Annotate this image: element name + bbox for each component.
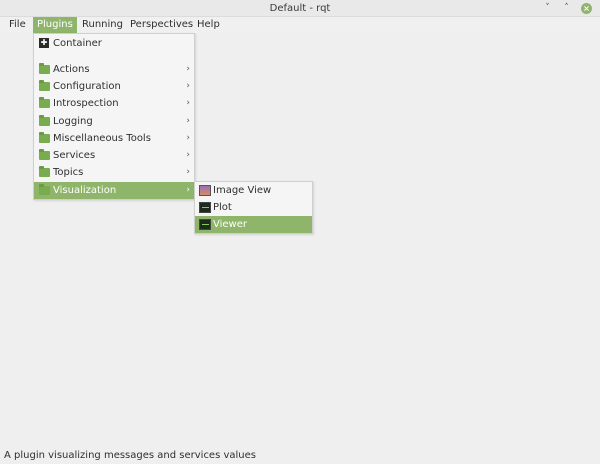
menubar: File Plugins Running Perspectives Help	[0, 17, 600, 33]
menu-item-label: Introspection	[53, 98, 119, 109]
scope-icon	[199, 219, 211, 230]
folder-icon	[39, 149, 50, 160]
chevron-right-icon: ›	[186, 64, 190, 74]
chevron-right-icon: ›	[186, 185, 190, 195]
close-icon[interactable]: ×	[581, 3, 592, 14]
menu-plugins[interactable]: Plugins	[33, 17, 77, 33]
chevron-right-icon: ›	[186, 116, 190, 126]
menu-item-viewer[interactable]: Viewer	[195, 216, 312, 233]
menu-item-configuration[interactable]: Configuration ›	[34, 78, 194, 95]
menu-item-label: Visualization	[53, 185, 117, 196]
visualization-submenu: Image View Plot Viewer	[194, 181, 313, 234]
chevron-right-icon: ›	[186, 81, 190, 91]
menu-help[interactable]: Help	[193, 17, 224, 33]
menu-item-miscellaneous-tools[interactable]: Miscellaneous Tools ›	[34, 130, 194, 147]
status-bar: A plugin visualizing messages and servic…	[4, 450, 257, 461]
menu-file[interactable]: File	[5, 17, 30, 33]
window-titlebar: Default - rqt ˅ ˄ ×	[0, 0, 600, 17]
container-icon: ✚	[39, 38, 49, 48]
menu-item-topics[interactable]: Topics ›	[34, 164, 194, 181]
chevron-right-icon: ›	[186, 150, 190, 160]
menu-item-image-view[interactable]: Image View	[195, 182, 312, 199]
menu-item-label: Image View	[213, 185, 272, 196]
folder-icon	[39, 115, 50, 126]
menu-item-label: Configuration	[53, 81, 121, 92]
menu-item-label: Viewer	[213, 219, 247, 230]
menu-perspectives[interactable]: Perspectives	[126, 17, 197, 33]
image-icon	[199, 185, 211, 196]
menu-item-container[interactable]: ✚ Container	[34, 35, 194, 52]
folder-icon	[39, 80, 50, 91]
menu-item-label: Container	[53, 38, 102, 49]
menu-item-actions[interactable]: Actions ›	[34, 61, 194, 78]
folder-icon	[39, 63, 50, 74]
window-title: Default - rqt	[269, 3, 331, 14]
chevron-right-icon: ›	[186, 167, 190, 177]
folder-icon	[39, 132, 50, 143]
folder-icon	[39, 97, 50, 108]
menu-running[interactable]: Running	[78, 17, 127, 33]
folder-icon	[39, 184, 50, 195]
folder-icon	[39, 166, 50, 177]
menu-item-logging[interactable]: Logging ›	[34, 113, 194, 130]
menu-item-label: Actions	[53, 64, 90, 75]
maximize-icon[interactable]: ˄	[561, 3, 572, 14]
plugins-dropdown: ✚ Container Actions › Configuration › In…	[33, 33, 195, 200]
menu-item-label: Topics	[53, 167, 84, 178]
menu-item-plot[interactable]: Plot	[195, 199, 312, 216]
chevron-right-icon: ›	[186, 133, 190, 143]
menu-item-label: Plot	[213, 202, 232, 213]
menu-item-label: Miscellaneous Tools	[53, 133, 151, 144]
minimize-icon[interactable]: ˅	[542, 3, 553, 14]
menu-item-label: Logging	[53, 116, 93, 127]
menu-item-introspection[interactable]: Introspection ›	[34, 95, 194, 112]
menu-item-label: Services	[53, 150, 96, 161]
chevron-right-icon: ›	[186, 98, 190, 108]
scope-icon	[199, 202, 211, 213]
menu-item-services[interactable]: Services ›	[34, 147, 194, 164]
menu-item-visualization[interactable]: Visualization ›	[34, 182, 194, 199]
